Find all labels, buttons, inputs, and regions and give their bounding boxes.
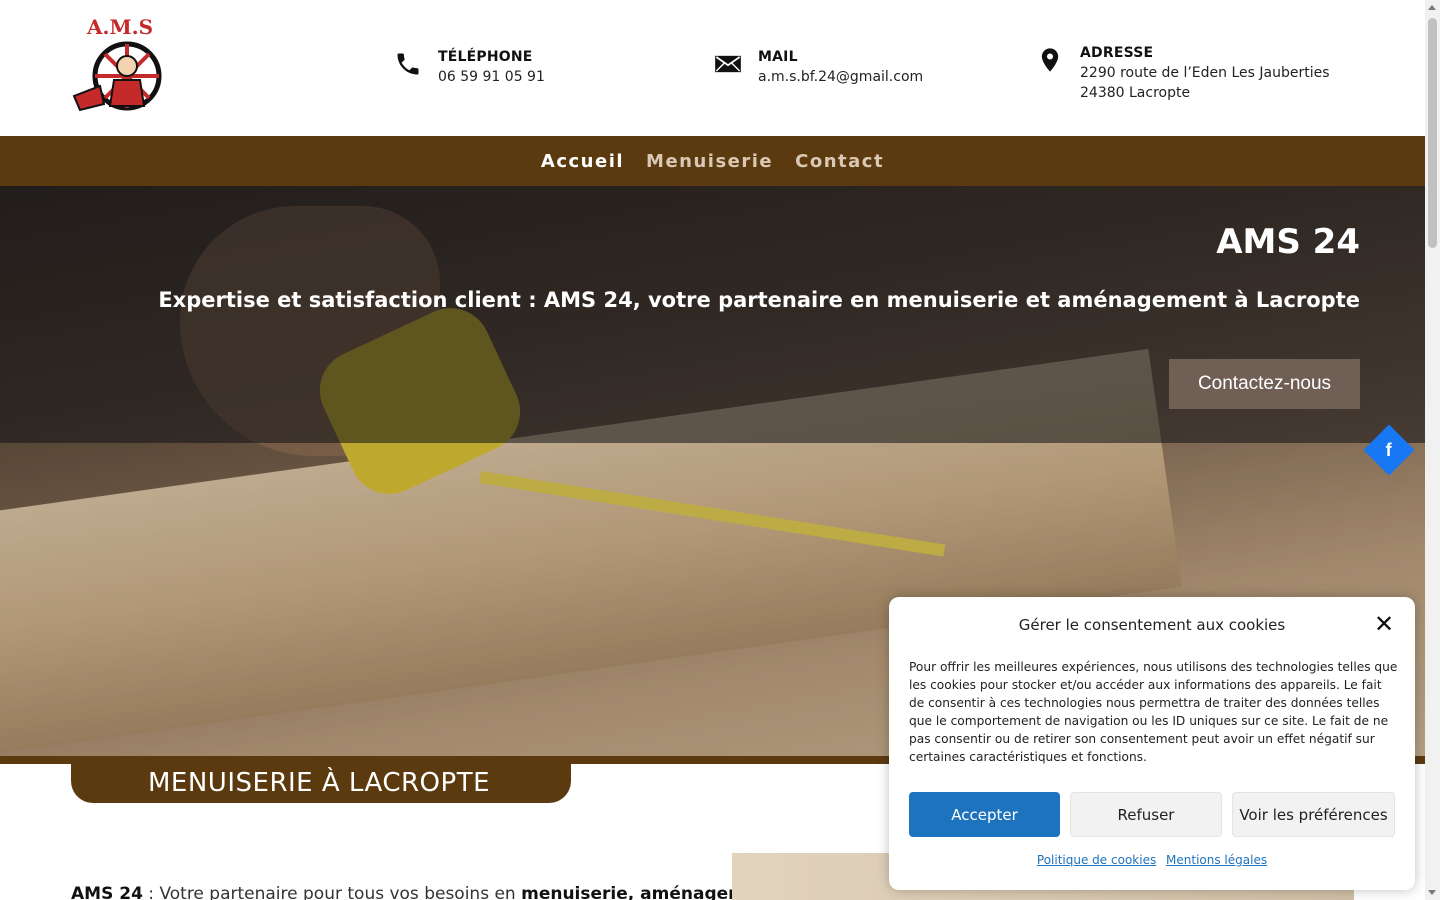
intro-lead: AMS 24 (71, 884, 143, 900)
mail-block[interactable]: MAIL a.m.s.bf.24@gmail.com (714, 48, 923, 87)
scrollbar-thumb[interactable] (1428, 18, 1437, 248)
address-label: ADRESSE (1080, 45, 1154, 61)
cookie-title: Gérer le consentement aux cookies (1018, 616, 1286, 634)
main-nav: Accueil Menuiserie Contact (0, 136, 1425, 186)
cookie-text: Pour offrir les meilleures expériences, … (909, 660, 1398, 764)
contact-us-button[interactable]: Contactez-nous (1169, 359, 1360, 409)
section-banner: MENUISERIE À LACROPTE (71, 762, 571, 803)
envelope-icon (715, 55, 741, 73)
page-scrollbar[interactable] (1425, 0, 1440, 900)
legal-notice-link[interactable]: Mentions légales (1166, 853, 1267, 867)
scroll-down-arrow[interactable] (1428, 890, 1436, 895)
nav-item-contact[interactable]: Contact (795, 151, 884, 172)
hero-title: AMS 24 (1216, 222, 1360, 262)
nav-item-menuiserie[interactable]: Menuiserie (646, 151, 773, 172)
hero-subtitle: Expertise et satisfaction client : AMS 2… (158, 288, 1360, 312)
intro-paragraph: AMS 24 : Votre partenaire pour tous vos … (71, 884, 778, 900)
intro-text: : Votre partenaire pour tous vos besoins… (142, 884, 522, 900)
phone-number[interactable]: 06 59 91 05 91 (438, 67, 545, 87)
section-title: MENUISERIE À LACROPTE (148, 767, 490, 798)
map-pin-icon (1041, 48, 1059, 72)
scroll-up-arrow[interactable] (1428, 5, 1436, 10)
cookie-links: Politique de cookies Mentions légales (889, 853, 1415, 867)
address-line2: 24380 Lacropte (1080, 85, 1191, 101)
svg-text:A.M.S: A.M.S (86, 15, 153, 39)
cookie-consent-dialog: Gérer le consentement aux cookies ✕ Pour… (889, 597, 1415, 890)
refuse-button[interactable]: Refuser (1070, 792, 1222, 837)
close-icon[interactable]: ✕ (1373, 612, 1395, 636)
nav-item-accueil[interactable]: Accueil (541, 151, 624, 172)
cookie-policy-link[interactable]: Politique de cookies (1037, 853, 1156, 867)
facebook-icon: f (1386, 439, 1392, 460)
mail-label: MAIL (758, 49, 798, 65)
mail-address[interactable]: a.m.s.bf.24@gmail.com (758, 67, 923, 87)
company-logo[interactable]: A.M.S (70, 14, 170, 114)
phone-block[interactable]: TÉLÉPHONE 06 59 91 05 91 (394, 48, 545, 87)
phone-icon (397, 53, 419, 75)
preferences-button[interactable]: Voir les préférences (1232, 792, 1395, 837)
accept-button[interactable]: Accepter (909, 792, 1060, 837)
address-block: ADRESSE 2290 route de l’Eden Les Jaubert… (1036, 44, 1330, 103)
address-line1: 2290 route de l’Eden Les Jauberties (1080, 65, 1330, 81)
site-header: A.M.S TÉLÉPHONE 06 59 91 05 91 MAIL a.m.… (0, 0, 1425, 136)
phone-label: TÉLÉPHONE (438, 49, 533, 65)
